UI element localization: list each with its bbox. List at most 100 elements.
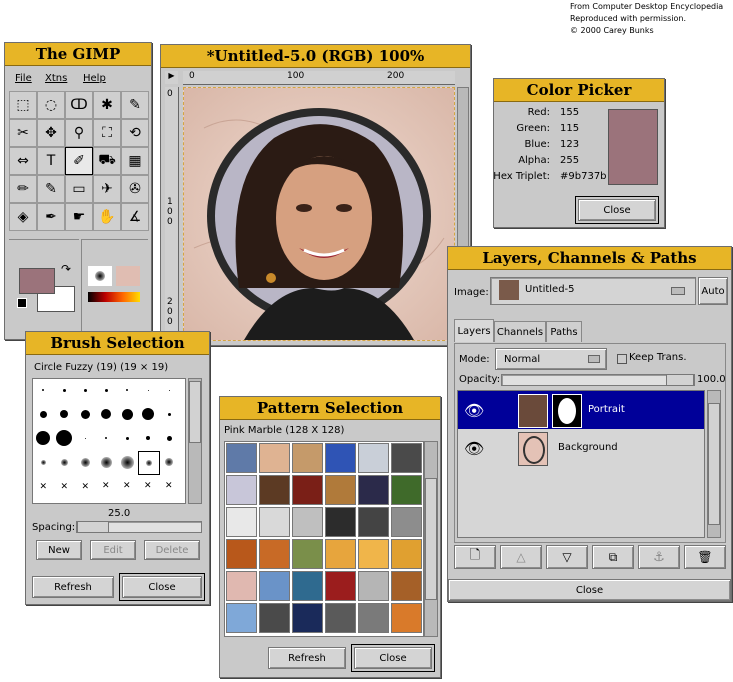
brush-swatch[interactable] [159, 403, 179, 425]
tool-convolve-button[interactable]: ◈ [9, 203, 37, 231]
menu-help[interactable]: Help [83, 73, 106, 84]
tool-text-button[interactable]: T [37, 147, 65, 175]
tab-paths[interactable]: Paths [546, 321, 582, 342]
active-pattern-preview[interactable] [116, 266, 140, 286]
pattern-swatch[interactable] [358, 507, 389, 537]
pattern-swatch[interactable] [391, 539, 422, 569]
image-selector[interactable]: Untitled-5 [490, 277, 696, 305]
brush-swatch[interactable] [96, 379, 116, 401]
tool-free-select-button[interactable]: ↀ [65, 91, 93, 119]
tool-fuzzy-select-button[interactable]: ✱ [93, 91, 121, 119]
tool-airbrush-button[interactable]: ✈ [93, 175, 121, 203]
pattern-swatch[interactable] [292, 507, 323, 537]
pattern-swatch[interactable] [226, 571, 257, 601]
pattern-swatch[interactable] [259, 443, 290, 473]
brush-swatch[interactable] [33, 379, 53, 401]
pattern-swatch[interactable] [292, 603, 323, 633]
pattern-swatch[interactable] [391, 603, 422, 633]
pattern-swatch[interactable] [259, 571, 290, 601]
layers-title[interactable]: Layers, Channels & Paths [448, 247, 731, 270]
brush-swatch[interactable] [117, 427, 137, 449]
tool-pencil-button[interactable]: ✏ [9, 175, 37, 203]
pattern-swatch[interactable] [358, 571, 389, 601]
tab-layers[interactable]: Layers [454, 319, 494, 342]
brush-swatch[interactable] [117, 403, 137, 425]
tool-smudge-button[interactable]: ☛ [65, 203, 93, 231]
tool-eraser-button[interactable]: ▭ [65, 175, 93, 203]
default-colors-icon[interactable] [17, 298, 27, 308]
pattern-grid-scrollbar-thumb[interactable] [425, 478, 437, 600]
raise-layer-button[interactable]: △ [500, 545, 542, 569]
tool-dodge-burn-button[interactable]: ✋ [93, 203, 121, 231]
brush-swatch[interactable]: ✕ [75, 475, 95, 497]
pattern-swatch[interactable] [259, 475, 290, 505]
brush-swatch[interactable] [138, 403, 158, 425]
color-picker-title[interactable]: Color Picker [494, 79, 664, 102]
brush-grid-scrollbar-thumb[interactable] [189, 381, 201, 443]
brush-swatch[interactable] [159, 379, 179, 401]
menu-xtns[interactable]: Xtns [45, 73, 67, 84]
pattern-swatch[interactable] [358, 443, 389, 473]
spacing-slider[interactable] [76, 521, 202, 533]
brush-swatch[interactable] [96, 451, 116, 473]
pattern-swatch[interactable] [226, 507, 257, 537]
pattern-swatch[interactable] [325, 475, 356, 505]
opacity-slider[interactable] [501, 374, 695, 386]
brush-swatch[interactable] [33, 451, 53, 473]
edit-brush-button[interactable]: Edit [90, 540, 136, 560]
tool-magnify-button[interactable]: ⚲ [65, 119, 93, 147]
brush-swatch[interactable] [54, 427, 74, 449]
brush-swatch[interactable] [75, 451, 95, 473]
pattern-swatch[interactable] [391, 443, 422, 473]
tool-blend-button[interactable]: ▦ [121, 147, 149, 175]
brush-swatch[interactable] [138, 427, 158, 449]
tool-ink-button[interactable]: ✒ [37, 203, 65, 231]
brush-swatch[interactable] [96, 427, 116, 449]
pattern-swatch[interactable] [358, 603, 389, 633]
pattern-swatch[interactable] [358, 475, 389, 505]
tab-channels[interactable]: Channels [494, 321, 546, 342]
pattern-swatch[interactable] [226, 539, 257, 569]
new-layer-button[interactable]: 🗋 [454, 545, 496, 569]
brush-swatch[interactable] [138, 379, 158, 401]
brush-swatch[interactable]: ✕ [54, 475, 74, 497]
tool-flip-button[interactable]: ⇔ [9, 147, 37, 175]
pattern-swatch[interactable] [391, 571, 422, 601]
brush-refresh-button[interactable]: Refresh [32, 576, 114, 598]
layer-list-scrollbar-thumb[interactable] [708, 403, 720, 525]
foreground-color-swatch[interactable] [19, 268, 55, 294]
brush-swatch[interactable] [159, 427, 179, 449]
pattern-swatch[interactable] [259, 507, 290, 537]
visibility-eye-icon[interactable]: 👁 [464, 439, 484, 458]
pattern-swatch[interactable] [259, 539, 290, 569]
tool-measure-button[interactable]: ∡ [121, 203, 149, 231]
menu-file[interactable]: File [15, 73, 32, 84]
pattern-swatch[interactable] [226, 443, 257, 473]
duplicate-layer-button[interactable]: ⧉ [592, 545, 634, 569]
color-picker-close-button[interactable]: Close [575, 196, 659, 224]
tool-color-picker-button[interactable]: ✐ [65, 147, 93, 175]
tool-scissors-button[interactable]: ✂ [9, 119, 37, 147]
pattern-refresh-button[interactable]: Refresh [268, 647, 346, 669]
tool-clone-button[interactable]: ✇ [121, 175, 149, 203]
brush-swatch[interactable] [75, 403, 95, 425]
tool-bucket-fill-button[interactable]: ⛟ [93, 147, 121, 175]
toolbox-title[interactable]: The GIMP [5, 43, 151, 66]
lower-layer-button[interactable]: ▽ [546, 545, 588, 569]
brush-swatch[interactable] [33, 427, 53, 449]
delete-layer-button[interactable]: 🗑 [684, 545, 726, 569]
layers-close-button[interactable]: Close [448, 579, 731, 601]
brush-swatch[interactable] [159, 451, 179, 473]
brush-swatch[interactable] [117, 379, 137, 401]
pattern-swatch[interactable] [292, 539, 323, 569]
tool-move-button[interactable]: ✥ [37, 119, 65, 147]
active-brush-preview[interactable] [88, 266, 112, 286]
pattern-swatch[interactable] [358, 539, 389, 569]
pattern-swatch[interactable] [259, 603, 290, 633]
pattern-swatch[interactable] [325, 443, 356, 473]
pattern-swatch[interactable] [391, 507, 422, 537]
pattern-swatch[interactable] [292, 475, 323, 505]
tool-bezier-select-button[interactable]: ✎ [121, 91, 149, 119]
anchor-layer-button[interactable]: ⚓ [638, 545, 680, 569]
brush-swatch[interactable]: ✕ [138, 475, 158, 497]
